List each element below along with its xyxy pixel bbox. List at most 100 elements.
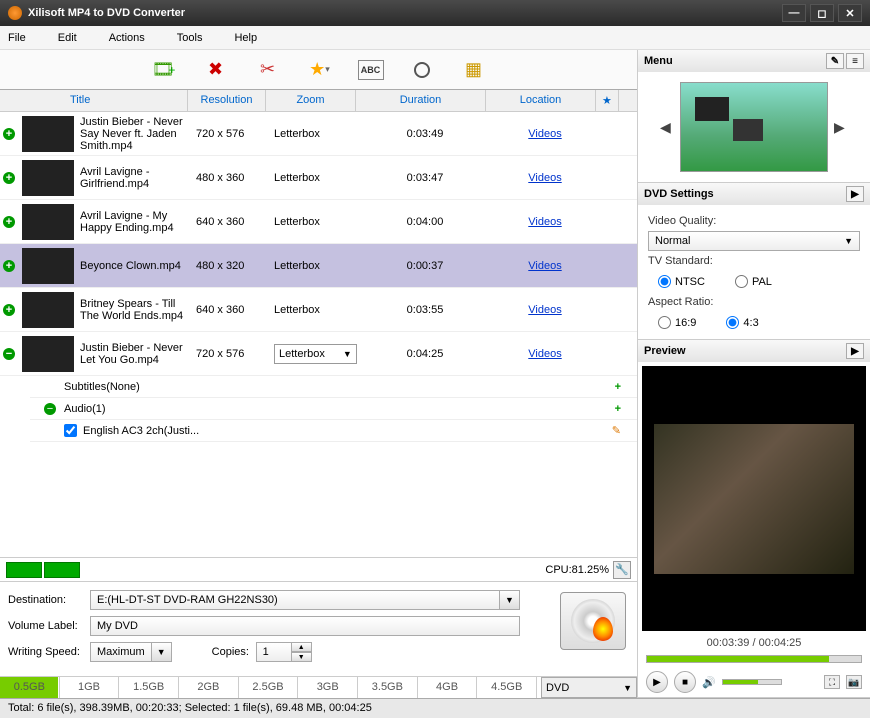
- collapse-icon[interactable]: ▶: [846, 343, 864, 359]
- location-link[interactable]: Videos: [528, 260, 561, 272]
- stop-button[interactable]: ■: [674, 671, 696, 693]
- menu-actions[interactable]: Actions: [109, 32, 145, 44]
- delete-icon[interactable]: ✖: [202, 56, 230, 84]
- file-location: Videos: [490, 348, 600, 360]
- expand-icon[interactable]: +: [0, 304, 18, 316]
- file-title: Beyonce Clown.mp4: [78, 258, 192, 274]
- ntsc-radio[interactable]: NTSC: [658, 275, 705, 288]
- copies-field[interactable]: 1: [256, 642, 292, 662]
- file-row[interactable]: + Justin Bieber - Never Say Never ft. Ja…: [0, 112, 637, 156]
- pal-radio[interactable]: PAL: [735, 275, 772, 288]
- writing-speed-field[interactable]: Maximum: [90, 642, 152, 662]
- subtitle-icon[interactable]: ABC: [358, 60, 384, 80]
- maximize-button[interactable]: ◻: [810, 4, 834, 22]
- col-resolution[interactable]: Resolution: [188, 90, 266, 111]
- settings-icon[interactable]: 🔧: [613, 561, 631, 579]
- subtitles-row[interactable]: Subtitles(None)+: [30, 376, 637, 398]
- video-quality-select[interactable]: Normal▼: [648, 231, 860, 251]
- menu-help[interactable]: Help: [234, 32, 257, 44]
- file-location: Videos: [490, 216, 600, 228]
- volume-slider[interactable]: [722, 679, 782, 685]
- file-row[interactable]: − Justin Bieber - Never Let You Go.mp4 7…: [0, 332, 637, 376]
- collapse-icon[interactable]: ▶: [846, 186, 864, 202]
- prev-template-icon[interactable]: ◀: [660, 119, 674, 136]
- list-icon[interactable]: ▦: [460, 56, 488, 84]
- expand-icon[interactable]: +: [0, 128, 18, 140]
- fullscreen-icon[interactable]: ⛶: [824, 675, 840, 689]
- waveform-icon: [44, 562, 80, 578]
- destination-field[interactable]: E:(HL-DT-ST DVD-RAM GH22NS30): [90, 590, 500, 610]
- volume-label-label: Volume Label:: [8, 620, 90, 632]
- menu-template-thumb[interactable]: [680, 82, 828, 172]
- 4-3-radio[interactable]: 4:3: [726, 316, 758, 329]
- add-subtitle-icon[interactable]: +: [615, 381, 621, 393]
- copies-up-icon[interactable]: ▲: [292, 642, 312, 652]
- col-title[interactable]: Title: [0, 90, 188, 111]
- menu-edit[interactable]: Edit: [58, 32, 77, 44]
- file-resolution: 640 x 360: [192, 216, 270, 228]
- minimize-button[interactable]: —: [782, 4, 806, 22]
- record-icon[interactable]: [408, 56, 436, 84]
- location-link[interactable]: Videos: [528, 216, 561, 228]
- audio-row[interactable]: −Audio(1)+: [30, 398, 637, 420]
- expand-icon[interactable]: +: [0, 216, 18, 228]
- col-location[interactable]: Location: [486, 90, 596, 111]
- expand-icon[interactable]: +: [0, 172, 18, 184]
- size-tick: 2GB: [179, 677, 239, 698]
- location-link[interactable]: Videos: [528, 304, 561, 316]
- list-view-icon[interactable]: ≡: [846, 53, 864, 69]
- file-row[interactable]: + Britney Spears - Till The World Ends.m…: [0, 288, 637, 332]
- speed-dropdown-icon[interactable]: ▼: [152, 642, 172, 662]
- file-title: Justin Bieber - Never Say Never ft. Jade…: [78, 114, 192, 154]
- track-checkbox[interactable]: [64, 424, 77, 437]
- thumbnail: [22, 336, 74, 372]
- location-link[interactable]: Videos: [528, 172, 561, 184]
- cpu-bar: CPU:81.25% 🔧: [0, 557, 637, 581]
- tv-standard-label: TV Standard:: [648, 255, 860, 267]
- location-link[interactable]: Videos: [528, 128, 561, 140]
- size-tick: 4GB: [418, 677, 478, 698]
- volume-icon[interactable]: 🔊: [702, 676, 716, 689]
- close-button[interactable]: ✕: [838, 4, 862, 22]
- snapshot-icon[interactable]: 📷: [846, 675, 862, 689]
- burn-button[interactable]: [560, 592, 626, 650]
- audio-track-row[interactable]: English AC3 2ch(Justi...✎: [30, 420, 637, 442]
- expand-icon[interactable]: +: [0, 260, 18, 272]
- menubar: File Edit Actions Tools Help: [0, 26, 870, 50]
- add-audio-icon[interactable]: +: [615, 403, 621, 415]
- play-button[interactable]: ▶: [646, 671, 668, 693]
- add-file-icon[interactable]: 🎞+: [150, 56, 178, 84]
- aspect-ratio-label: Aspect Ratio:: [648, 296, 860, 308]
- col-duration[interactable]: Duration: [356, 90, 486, 111]
- menu-tools[interactable]: Tools: [177, 32, 203, 44]
- destination-dropdown-icon[interactable]: ▼: [500, 590, 520, 610]
- file-duration: 0:03:49: [360, 128, 490, 140]
- effects-icon[interactable]: ★▾: [306, 56, 334, 84]
- col-zoom[interactable]: Zoom: [266, 90, 356, 111]
- preview-header: Preview ▶: [638, 340, 870, 362]
- edit-icon[interactable]: ✎: [826, 53, 844, 69]
- file-title: Avril Lavigne - My Happy Ending.mp4: [78, 208, 192, 236]
- zoom-select[interactable]: Letterbox▼: [274, 344, 357, 364]
- thumbnail: [22, 292, 74, 328]
- dvd-type-select[interactable]: DVD▼: [541, 677, 637, 698]
- file-row[interactable]: + Beyonce Clown.mp4 480 x 320 Letterbox …: [0, 244, 637, 288]
- location-link[interactable]: Videos: [528, 348, 561, 360]
- volume-label-field[interactable]: My DVD: [90, 616, 520, 636]
- copies-down-icon[interactable]: ▼: [292, 652, 312, 662]
- file-row[interactable]: + Avril Lavigne - Girlfriend.mp4 480 x 3…: [0, 156, 637, 200]
- edit-track-icon[interactable]: ✎: [612, 424, 621, 437]
- file-zoom: Letterbox: [270, 304, 360, 316]
- file-row[interactable]: + Avril Lavigne - My Happy Ending.mp4 64…: [0, 200, 637, 244]
- next-template-icon[interactable]: ▶: [834, 119, 848, 136]
- col-star[interactable]: ★: [596, 90, 619, 111]
- preview-video: [642, 366, 866, 631]
- expand-icon[interactable]: −: [0, 348, 18, 360]
- 16-9-radio[interactable]: 16:9: [658, 316, 696, 329]
- file-duration: 0:03:47: [360, 172, 490, 184]
- preview-slider[interactable]: [646, 655, 862, 663]
- menu-file[interactable]: File: [8, 32, 26, 44]
- cut-icon[interactable]: ✂: [254, 56, 282, 84]
- cpu-text: CPU:81.25%: [545, 564, 609, 576]
- size-tick: 0.5GB: [0, 677, 60, 698]
